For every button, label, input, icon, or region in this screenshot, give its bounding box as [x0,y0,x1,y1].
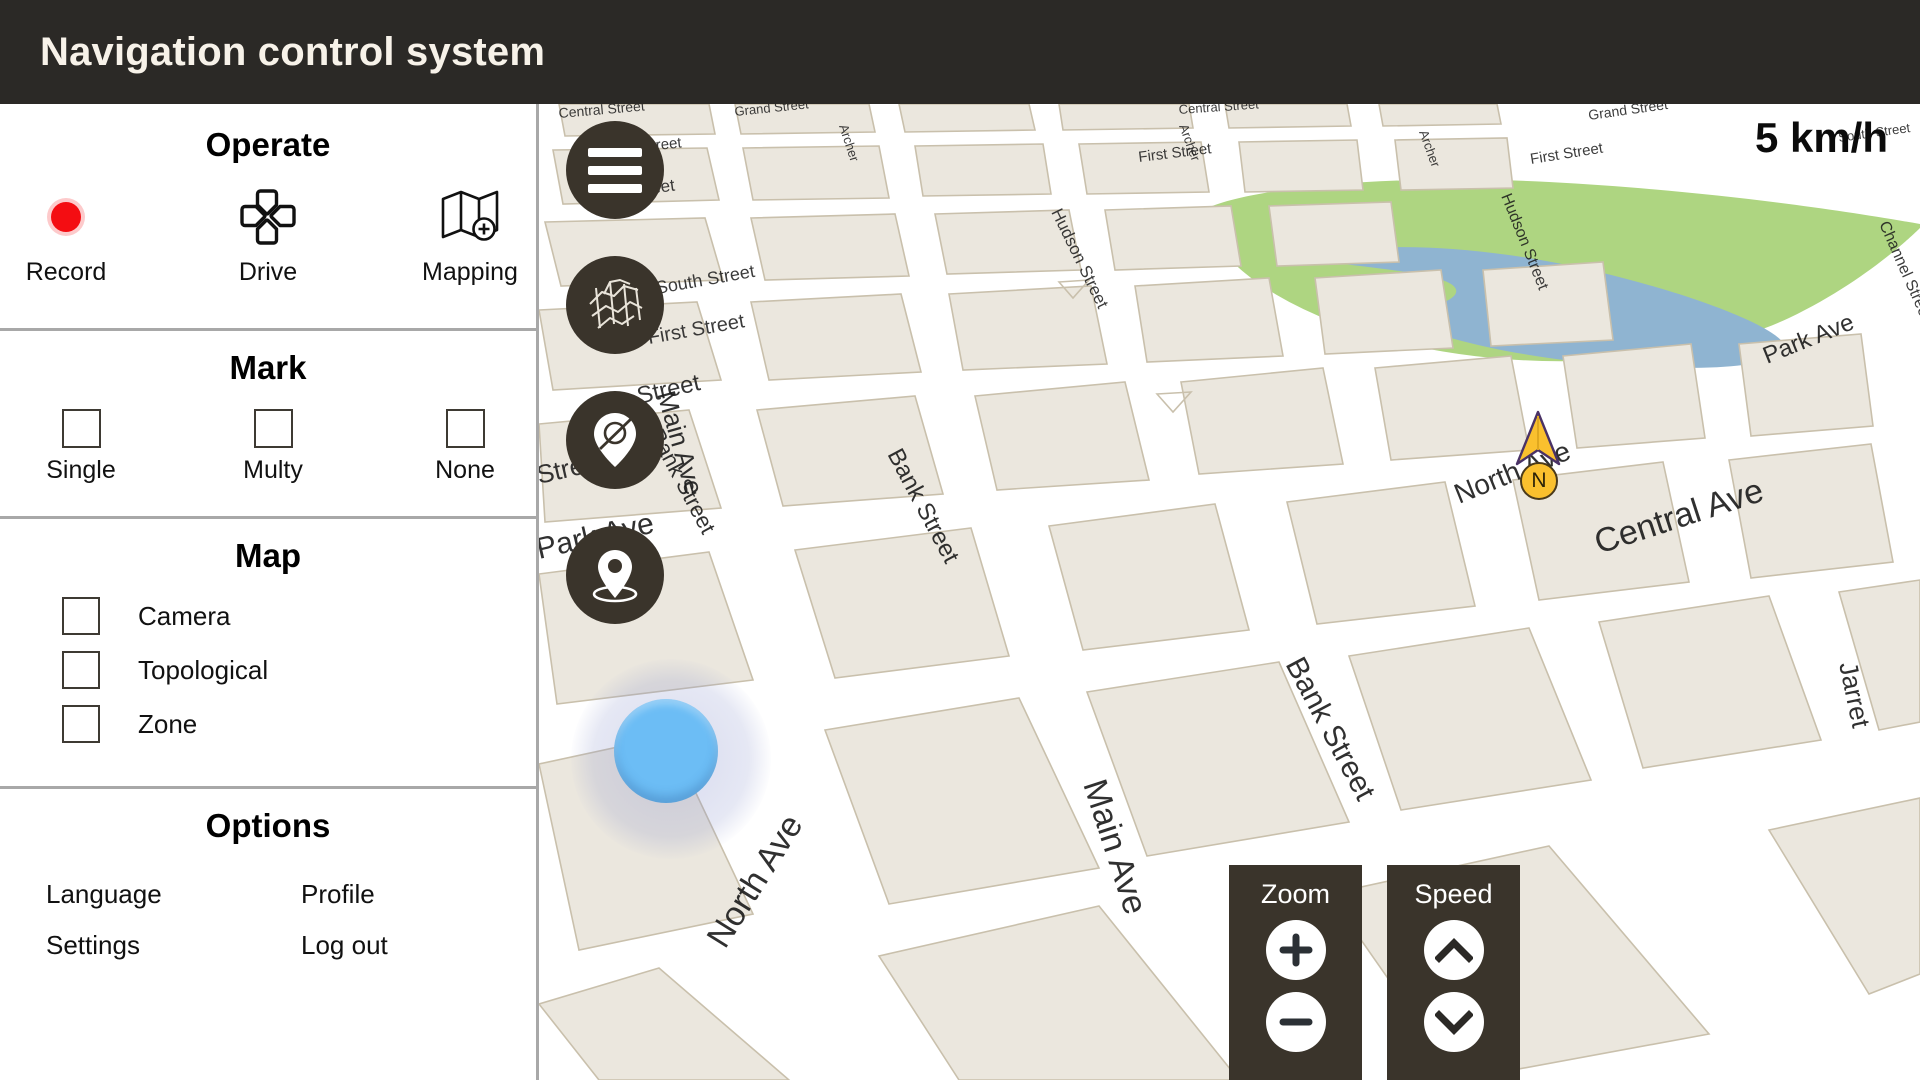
map-menu-button[interactable] [566,121,664,219]
page-title: Navigation control system [40,30,545,75]
operate-mapping-button[interactable]: Mapping [410,186,530,287]
map-option-camera-label: Camera [138,601,230,632]
option-settings-link[interactable]: Settings [46,930,140,961]
compass-needle-icon [1507,410,1569,470]
map-clear-marks-button[interactable] [566,391,664,489]
map-option-camera[interactable]: Camera [62,597,536,635]
operate-drive-label: Drive [239,258,297,287]
map-plus-icon [439,186,501,248]
zoom-in-button[interactable] [1266,920,1326,980]
chevron-up-icon [1435,935,1473,965]
speed-control-panel: Speed [1387,865,1520,1080]
map-routes-button[interactable] [566,256,664,354]
dpad-icon [238,186,298,248]
mark-single-label: Single [46,456,116,485]
map-option-topological-label: Topological [138,655,268,686]
section-options: Options Language Profile Settings Log ou… [0,786,536,1080]
checkbox-icon[interactable] [62,409,101,448]
navigation-control-app: Navigation control system Operate Record [0,0,1920,1080]
operate-drive-button[interactable]: Drive [208,186,328,287]
map-viewport[interactable]: Central Street Grand Street Central Stre… [539,104,1920,1080]
speed-readout: 5 km/h [1755,114,1888,162]
pin-slash-icon [586,409,644,471]
speed-up-button[interactable] [1424,920,1484,980]
mark-single-option[interactable]: Single [21,409,141,485]
map-add-mark-button[interactable] [566,526,664,624]
record-dot-icon [51,186,81,248]
pin-marker-icon [584,544,646,606]
checkbox-icon[interactable] [62,705,100,743]
app-header: Navigation control system [0,0,1920,104]
sidebar: Operate Record [0,104,539,1080]
speed-down-button[interactable] [1424,992,1484,1052]
speed-control-title: Speed [1414,879,1492,910]
map-option-zone[interactable]: Zone [62,705,536,743]
section-operate: Operate Record [0,104,536,328]
mark-none-label: None [435,456,495,485]
plus-icon [1278,932,1314,968]
checkbox-icon[interactable] [62,651,100,689]
checkbox-icon[interactable] [254,409,293,448]
hamburger-menu-icon [588,139,642,202]
section-title-options: Options [0,807,536,845]
compass-north-badge: N [1520,462,1558,500]
operate-mapping-label: Mapping [422,258,518,287]
section-title-map: Map [0,537,536,575]
mark-none-option[interactable]: None [405,409,525,485]
operate-record-button[interactable]: Record [6,186,126,287]
option-profile-link[interactable]: Profile [301,879,375,910]
chevron-down-icon [1435,1007,1473,1037]
zoom-out-button[interactable] [1266,992,1326,1052]
checkbox-icon[interactable] [446,409,485,448]
checkbox-icon[interactable] [62,597,100,635]
option-logout-link[interactable]: Log out [301,930,388,961]
section-map: Map Camera Topological Zone [0,516,536,786]
section-mark: Mark Single Multy None [0,328,536,516]
section-title-mark: Mark [0,349,536,387]
operate-record-label: Record [26,258,107,287]
mark-multy-label: Multy [243,456,303,485]
current-position-marker[interactable] [614,699,718,803]
minus-icon [1278,1004,1314,1040]
zoom-control-panel: Zoom [1229,865,1362,1080]
mark-multy-option[interactable]: Multy [213,409,333,485]
option-language-link[interactable]: Language [46,879,162,910]
section-title-operate: Operate [0,126,536,164]
map-option-zone-label: Zone [138,709,197,740]
map-option-topological[interactable]: Topological [62,651,536,689]
route-network-icon [584,274,646,336]
compass[interactable]: N [1507,410,1569,506]
zoom-control-title: Zoom [1261,879,1330,910]
